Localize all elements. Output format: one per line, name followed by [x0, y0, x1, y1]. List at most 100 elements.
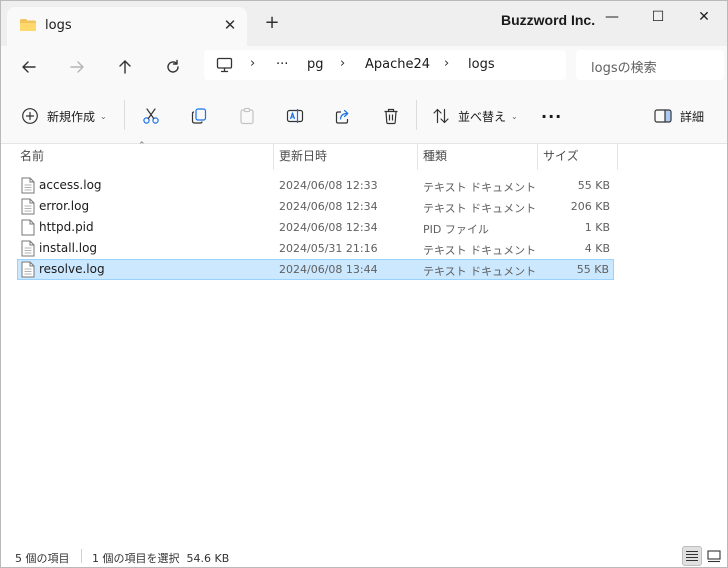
divider — [81, 549, 82, 563]
status-bar: 5 個の項目 1 個の項目を選択 54.6 KB — [1, 542, 727, 567]
computer-icon — [216, 57, 233, 73]
column-divider[interactable] — [617, 144, 618, 170]
file-row[interactable]: httpd.pid 2024/06/08 12:34 PID ファイル 1 KB — [17, 217, 614, 238]
paste-button[interactable] — [238, 105, 256, 127]
folder-icon — [20, 19, 36, 31]
trash-icon — [384, 108, 398, 125]
file-type: テキスト ドキュメント — [423, 265, 537, 278]
close-button[interactable]: ✕ — [693, 7, 715, 27]
cut-button[interactable] — [142, 105, 160, 127]
column-header-row: ⌃ 名前 更新日時 種類 サイズ — [1, 141, 727, 170]
file-size: 206 KB — [570, 200, 610, 213]
search-input[interactable]: logsの検索 — [576, 50, 724, 80]
file-name: error.log — [39, 199, 90, 213]
share-button[interactable] — [334, 105, 352, 127]
ellipsis-icon: ··· — [541, 106, 563, 126]
copy-button[interactable] — [190, 105, 208, 127]
clipboard-icon — [240, 107, 254, 125]
tab-logs[interactable]: logs ✕ — [7, 7, 247, 46]
chevron-down-icon: ⌄ — [511, 111, 518, 121]
file-date: 2024/06/08 12:34 — [279, 221, 378, 234]
divider — [416, 100, 417, 130]
list-view-icon — [686, 550, 698, 562]
search-placeholder: logsの検索 — [591, 61, 657, 76]
file-type: テキスト ドキュメント — [423, 202, 537, 215]
tab-close-icon[interactable]: ✕ — [221, 16, 239, 34]
column-type[interactable]: 種類 — [417, 144, 537, 170]
arrow-up-icon — [119, 60, 131, 74]
command-bar: 新規作成 ⌄ 並べ替え ⌄ ··· 詳細 — [1, 86, 727, 144]
details-pane-icon — [654, 109, 672, 123]
refresh-icon — [167, 59, 179, 73]
selection-info: 1 個の項目を選択 54.6 KB — [92, 552, 230, 565]
file-row[interactable]: install.log 2024/05/31 21:16 テキスト ドキュメント… — [17, 238, 614, 259]
file-size: 1 KB — [584, 221, 610, 234]
file-name: resolve.log — [39, 262, 105, 276]
file-date: 2024/06/08 12:34 — [279, 200, 378, 213]
sort-label: 並べ替え — [458, 109, 507, 124]
rename-button[interactable] — [286, 105, 304, 127]
details-button[interactable]: 詳細 — [654, 105, 704, 127]
breadcrumb-pg[interactable]: pg — [307, 57, 324, 72]
breadcrumb-logs[interactable]: logs — [468, 57, 495, 72]
file-date: 2024/06/08 12:33 — [279, 179, 378, 192]
file-row[interactable]: access.log 2024/06/08 12:33 テキスト ドキュメント … — [17, 175, 614, 196]
file-row[interactable]: error.log 2024/06/08 12:34 テキスト ドキュメント 2… — [17, 196, 614, 217]
refresh-button[interactable] — [162, 56, 184, 78]
file-name: install.log — [39, 241, 98, 255]
back-button[interactable] — [18, 56, 40, 78]
up-button[interactable] — [114, 56, 136, 78]
details-label: 詳細 — [680, 109, 705, 124]
file-name: access.log — [39, 178, 102, 192]
rename-icon — [286, 109, 304, 123]
column-size-label: サイズ — [543, 149, 579, 163]
copy-icon — [191, 108, 207, 124]
column-name[interactable]: 名前 — [14, 144, 273, 170]
file-size: 55 KB — [577, 179, 610, 192]
thumbnail-view-button[interactable] — [704, 546, 724, 566]
navigation-bar: › ··· pg › Apache24 › logs logsの検索 — [1, 46, 727, 86]
text-file-icon — [21, 198, 35, 215]
file-date: 2024/05/31 21:16 — [279, 242, 378, 255]
chevron-right-icon: › — [340, 56, 346, 71]
arrow-left-icon — [22, 61, 36, 73]
sort-arrows-icon — [433, 108, 449, 124]
file-name: httpd.pid — [39, 220, 94, 234]
column-date-label: 更新日時 — [279, 149, 328, 163]
file-icon — [21, 219, 35, 236]
scissors-icon — [143, 108, 159, 124]
column-date[interactable]: 更新日時 — [273, 144, 417, 170]
maximize-button[interactable]: ☐ — [647, 7, 669, 27]
file-size: 55 KB — [576, 263, 609, 276]
file-type: テキスト ドキュメント — [423, 244, 537, 257]
column-size[interactable]: サイズ — [537, 144, 617, 170]
plus-circle-icon — [22, 108, 38, 124]
new-tab-button[interactable]: + — [263, 14, 281, 32]
chevron-right-icon: › — [444, 56, 450, 71]
details-view-button[interactable] — [682, 546, 702, 566]
text-file-icon — [21, 177, 35, 194]
new-label: 新規作成 — [47, 109, 96, 124]
column-type-label: 種類 — [423, 149, 448, 163]
explorer-window: logs ✕ + Buzzword Inc. — ☐ ✕ › ··· pg › … — [0, 0, 728, 568]
address-bar[interactable]: › ··· pg › Apache24 › logs — [204, 50, 566, 80]
tab-title: logs — [45, 18, 72, 33]
sort-button[interactable]: 並べ替え ⌄ — [432, 105, 518, 127]
file-date: 2024/06/08 13:44 — [279, 263, 378, 276]
file-type: テキスト ドキュメント — [423, 181, 537, 194]
item-count: 5 個の項目 — [15, 552, 70, 565]
minimize-button[interactable]: — — [601, 7, 623, 27]
text-file-icon — [21, 240, 35, 257]
forward-button[interactable] — [66, 56, 88, 78]
brand-watermark: Buzzword Inc. — [501, 12, 596, 28]
address-more[interactable]: ··· — [276, 57, 288, 72]
new-button[interactable]: 新規作成 ⌄ — [21, 105, 107, 127]
chevron-down-icon: ⌄ — [100, 111, 107, 121]
chevron-right-icon: › — [250, 56, 256, 71]
file-size: 4 KB — [584, 242, 610, 255]
breadcrumb-apache24[interactable]: Apache24 — [365, 57, 430, 72]
delete-button[interactable] — [382, 105, 400, 127]
title-bar: logs ✕ + Buzzword Inc. — ☐ ✕ — [1, 1, 727, 46]
more-options-button[interactable]: ··· — [541, 105, 562, 127]
file-row-selected[interactable]: resolve.log 2024/06/08 13:44 テキスト ドキュメント… — [17, 259, 614, 280]
